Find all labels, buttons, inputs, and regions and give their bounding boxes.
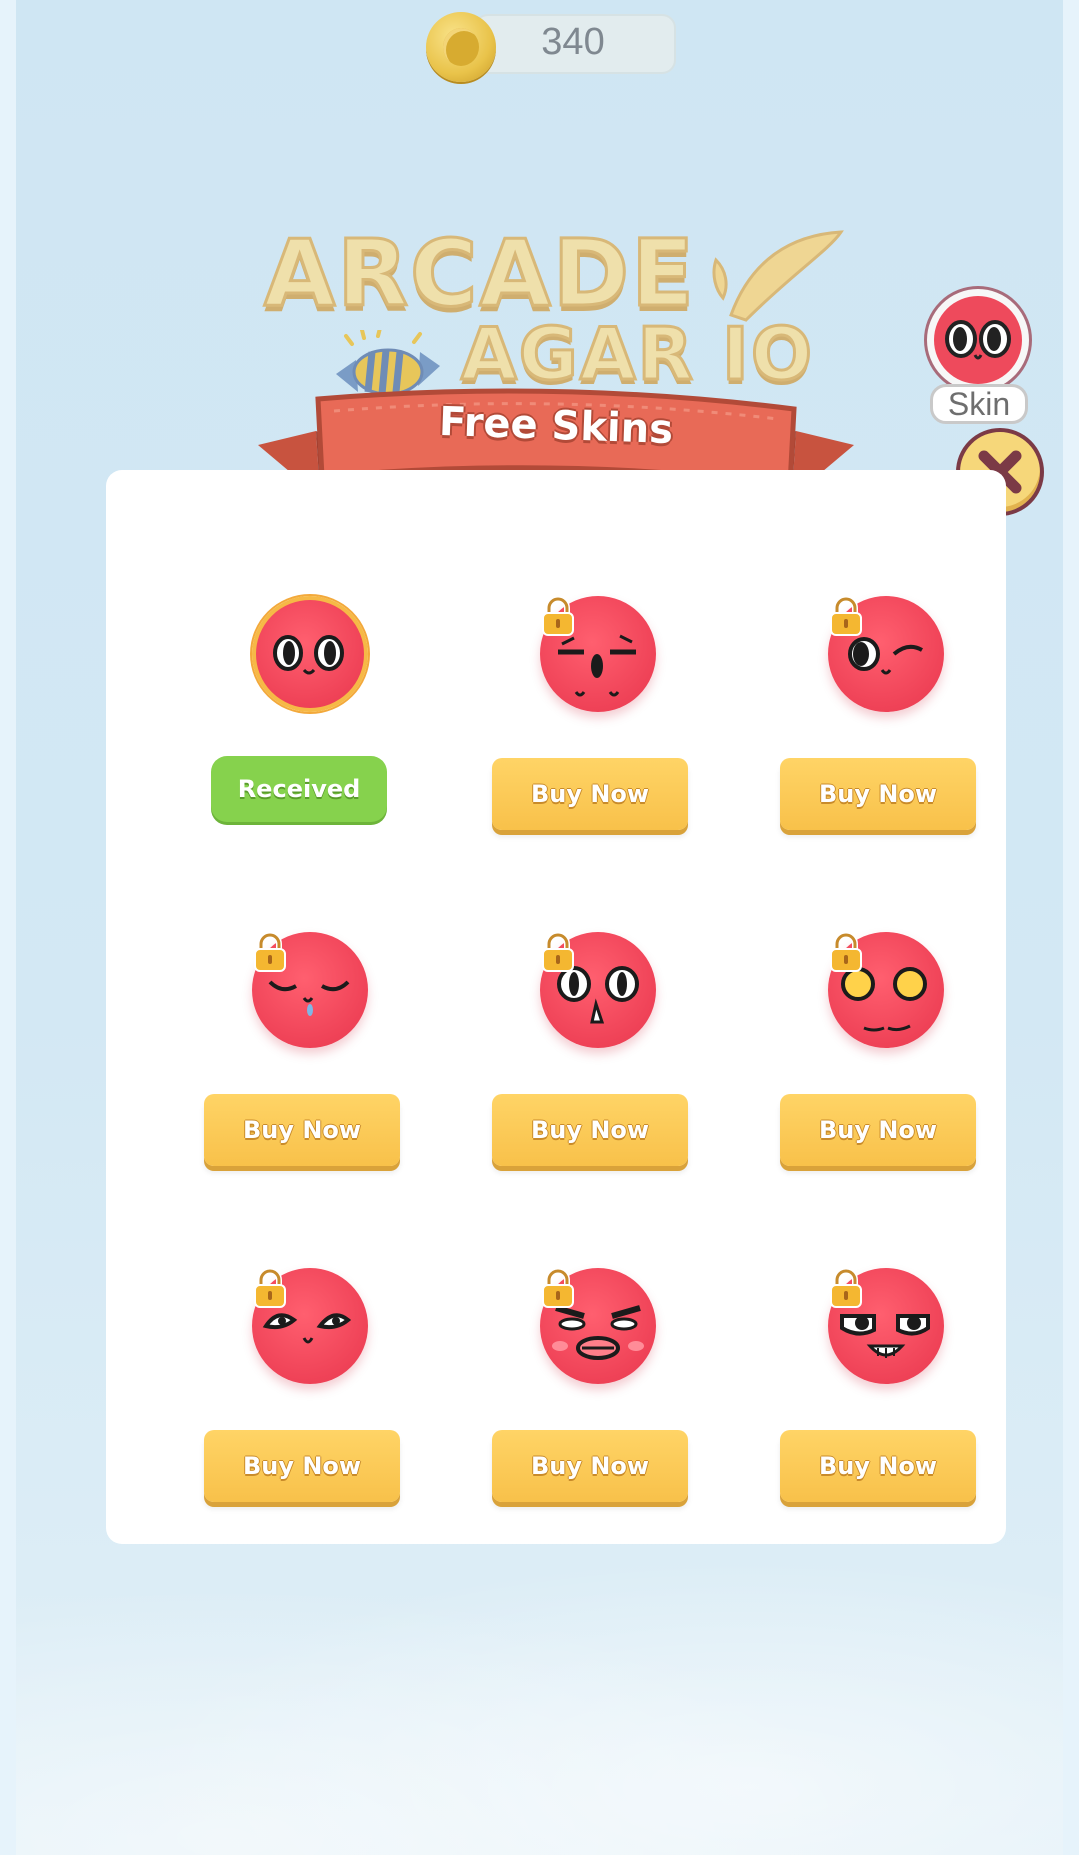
lock-icon: [542, 932, 574, 972]
received-button[interactable]: Received: [211, 756, 387, 822]
skin-ball[interactable]: [252, 1268, 368, 1384]
skin-card: Buy Now: [444, 1268, 732, 1568]
skin-ball[interactable]: [540, 1268, 656, 1384]
buy-now-button[interactable]: Buy Now: [780, 1430, 976, 1502]
lock-icon: [830, 596, 862, 636]
logo-line-2: AGAR IO: [459, 311, 815, 398]
logo-line-1: ARCADE: [263, 219, 696, 329]
skin-ball[interactable]: [540, 596, 656, 712]
skin-preview-ball-icon: [934, 296, 1022, 384]
buy-now-button[interactable]: Buy Now: [780, 758, 976, 830]
bean-coin-icon: [426, 12, 496, 82]
face-big-eyes-icon: [273, 635, 344, 675]
lock-icon: [830, 932, 862, 972]
skin-ball[interactable]: [828, 596, 944, 712]
buy-now-button[interactable]: Buy Now: [492, 1430, 688, 1502]
buy-now-button[interactable]: Buy Now: [204, 1094, 400, 1166]
skin-card: Buy Now: [732, 932, 1020, 1232]
skin-button[interactable]: Skin: [922, 284, 1038, 426]
skin-ball-selected[interactable]: [252, 596, 368, 712]
skin-label: Skin: [930, 384, 1028, 424]
skin-ball[interactable]: [828, 1268, 944, 1384]
lock-icon: [542, 1268, 574, 1308]
skin-card: Buy Now: [732, 1268, 1020, 1568]
lock-icon: [254, 932, 286, 972]
skin-card: Buy Now: [156, 932, 444, 1232]
game-logo: ARCADE AGAR IO: [256, 219, 856, 398]
skin-card: Buy Now: [444, 596, 732, 896]
skin-ball[interactable]: [540, 932, 656, 1048]
skin-card: Buy Now: [732, 596, 1020, 896]
skin-card: Received: [156, 596, 444, 896]
lock-icon: [830, 1268, 862, 1308]
buy-now-button[interactable]: Buy Now: [492, 1094, 688, 1166]
buy-now-button[interactable]: Buy Now: [492, 758, 688, 830]
coin-value: 340: [541, 21, 605, 63]
skin-card: Buy Now: [444, 932, 732, 1232]
buy-now-button[interactable]: Buy Now: [780, 1094, 976, 1166]
buy-now-button[interactable]: Buy Now: [204, 1430, 400, 1502]
skin-ball[interactable]: [828, 932, 944, 1048]
coin-counter: 340: [426, 12, 676, 82]
skin-ball[interactable]: [252, 932, 368, 1048]
skin-card: Buy Now: [156, 1268, 444, 1568]
skin-preview: [924, 286, 1032, 394]
game-background: 340 ARCADE AGAR IO Free Skins Skin Recei…: [16, 0, 1063, 1855]
lock-icon: [542, 596, 574, 636]
lock-icon: [254, 1268, 286, 1308]
